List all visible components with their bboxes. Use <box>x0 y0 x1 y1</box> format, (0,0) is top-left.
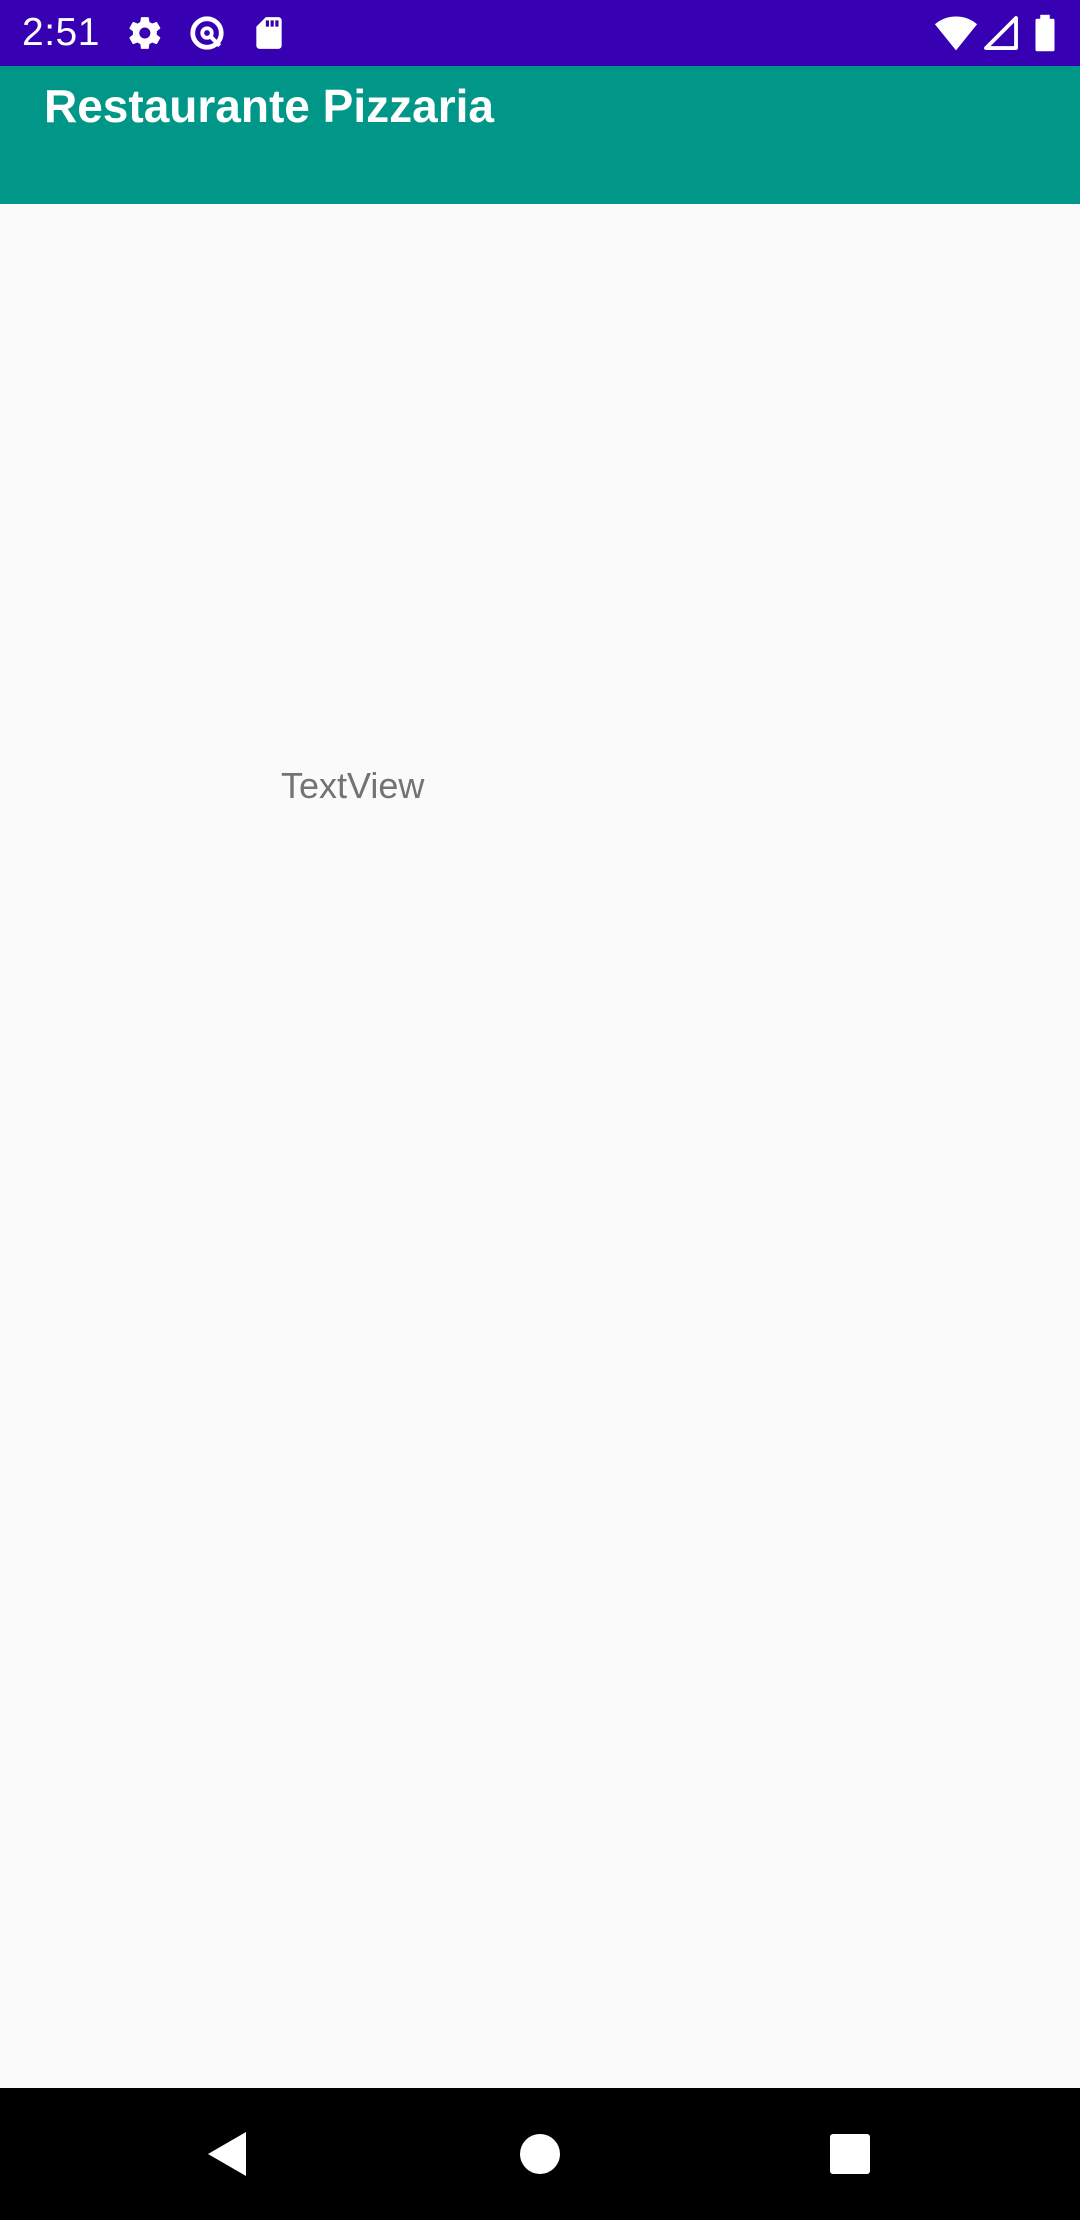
back-button[interactable] <box>190 2118 262 2190</box>
app-title: Restaurante Pizzaria <box>44 80 494 132</box>
home-icon <box>504 2134 576 2194</box>
app-bar: Restaurante Pizzaria <box>0 66 1080 204</box>
wifi-icon <box>934 14 978 52</box>
status-time: 2:51 <box>22 11 100 54</box>
app-screen: 2:51 Restaurante Pizzaria TextView <box>0 0 1080 2220</box>
main-content: TextView <box>0 204 1080 2088</box>
data-saver-icon <box>188 14 226 52</box>
text-view: TextView <box>281 765 425 806</box>
sd-card-icon <box>250 14 288 52</box>
signal-icon <box>982 14 1020 52</box>
home-button[interactable] <box>504 2118 576 2190</box>
navigation-bar <box>0 2088 1080 2220</box>
status-bar: 2:51 <box>0 0 1080 66</box>
recents-button[interactable] <box>814 2118 886 2190</box>
battery-icon <box>1032 14 1058 52</box>
gear-icon <box>126 14 164 52</box>
back-icon <box>190 2132 262 2194</box>
recents-icon <box>814 2134 886 2194</box>
